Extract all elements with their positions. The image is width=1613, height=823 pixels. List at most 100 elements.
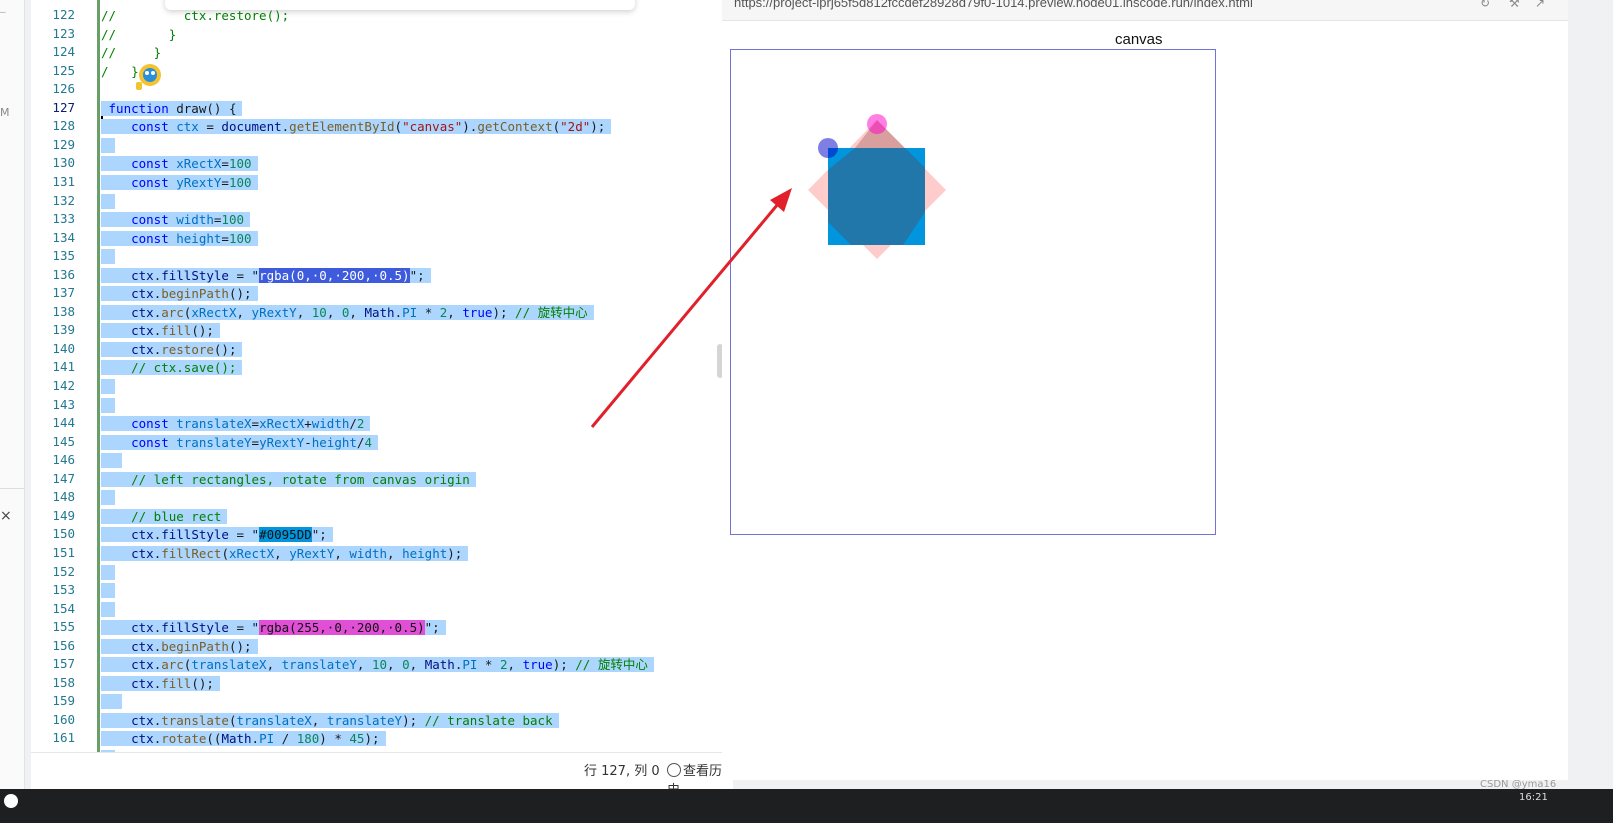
preview-url[interactable]: https://project-iprj65f5d812fccdef28928d… bbox=[734, 0, 1253, 10]
code-line[interactable] bbox=[101, 396, 115, 415]
code-token: , bbox=[447, 304, 463, 320]
code-line-text: ctx.arc(xRectX, yRextY, 10, 0, Math.PI *… bbox=[101, 304, 594, 320]
code-token: ctx bbox=[101, 286, 154, 302]
canvas-drawing bbox=[808, 114, 946, 259]
code-line[interactable]: ctx.fillStyle = "rgba(255,·0,·200,·0.5)"… bbox=[101, 618, 446, 637]
code-line-text: ctx.arc(translateX, translateY, 10, 0, M… bbox=[101, 657, 654, 673]
code-line[interactable]: const width=100 bbox=[101, 210, 250, 229]
code-token: ctx bbox=[101, 657, 154, 673]
code-line[interactable]: ctx.arc(xRectX, yRextY, 10, 0, Math.PI *… bbox=[101, 303, 594, 322]
line-number-gutter: 122 123 124 125 126 127 128 129 130 131 132 133 134 1… bbox=[31, 0, 101, 772]
code-line[interactable]: ctx.fillStyle = "#0095DD"; bbox=[101, 525, 333, 544]
code-line[interactable] bbox=[101, 80, 107, 99]
code-line[interactable]: ctx.translate(translateX, translateY); /… bbox=[101, 711, 559, 730]
code-line[interactable]: const yRextY=100 bbox=[101, 173, 258, 192]
code-line[interactable]: function draw() { bbox=[101, 99, 243, 118]
code-token: ). bbox=[462, 119, 478, 135]
code-line-text: const xRectX=100 bbox=[101, 156, 258, 172]
line-number: 154 bbox=[52, 600, 75, 616]
code-line-text: ctx.restore(); bbox=[101, 341, 243, 357]
code-token: width bbox=[349, 545, 388, 561]
code-token: , bbox=[274, 545, 290, 561]
code-editor[interactable]: 122 123 124 125 126 127 128 129 130 131 132 133 134 1… bbox=[31, 0, 733, 803]
code-line[interactable]: // } bbox=[101, 43, 167, 62]
code-token: / bbox=[274, 731, 297, 747]
code-line-text: ctx.rotate((Math.PI / 180) * 45); bbox=[101, 731, 386, 747]
code-line[interactable]: // blue rect bbox=[101, 507, 228, 526]
code-token: ); bbox=[552, 657, 576, 673]
tools-icon[interactable]: ⚒ bbox=[1509, 0, 1523, 10]
code-token: . bbox=[251, 731, 260, 747]
code-line[interactable]: const translateY=yRextY-height/4 bbox=[101, 433, 378, 452]
code-line-text bbox=[101, 583, 115, 599]
code-line[interactable]: ctx.beginPath(); bbox=[101, 637, 258, 656]
code-line-text: const width=100 bbox=[101, 212, 250, 228]
code-line[interactable]: ctx.fillStyle = "rgba(0,·0,·200,·0.5)"; bbox=[101, 266, 431, 285]
code-token: width bbox=[311, 416, 350, 432]
code-token: 100 bbox=[228, 230, 252, 246]
code-line[interactable] bbox=[101, 136, 115, 155]
code-line[interactable]: ctx.fill(); bbox=[101, 674, 220, 693]
refresh-icon[interactable]: ↻ bbox=[1480, 0, 1494, 10]
pink-circle-shape bbox=[867, 114, 887, 134]
line-number: 155 bbox=[52, 619, 75, 635]
code-line[interactable] bbox=[101, 600, 115, 619]
code-line[interactable]: ctx.fillRect(xRectX, yRextY, width, heig… bbox=[101, 544, 469, 563]
code-token: ctx bbox=[101, 304, 154, 320]
code-line-text: ctx.beginPath(); bbox=[101, 638, 258, 654]
code-line[interactable] bbox=[101, 581, 115, 600]
code-token: = bbox=[251, 416, 260, 432]
start-icon[interactable] bbox=[4, 794, 18, 808]
code-token: (); bbox=[213, 341, 237, 357]
code-token: 10 bbox=[311, 304, 327, 320]
code-line[interactable]: const translateX=xRectX+width/2 bbox=[101, 414, 371, 433]
canvas-element bbox=[730, 49, 1216, 535]
code-token: ); bbox=[492, 304, 516, 320]
code-token: beginPath bbox=[161, 286, 229, 302]
code-line[interactable]: // ctx.restore(); bbox=[101, 6, 295, 25]
line-number: 158 bbox=[52, 674, 75, 690]
preview-url-bar[interactable]: https://project-iprj65f5d812fccdef28928d… bbox=[722, 0, 1568, 21]
code-line[interactable] bbox=[101, 488, 115, 507]
code-token: ctx bbox=[101, 638, 154, 654]
code-line[interactable] bbox=[101, 451, 123, 470]
code-line[interactable] bbox=[101, 563, 115, 582]
code-token: ); bbox=[402, 712, 425, 728]
code-line[interactable]: // } bbox=[101, 25, 182, 44]
close-icon[interactable]: × bbox=[0, 508, 12, 524]
code-token: Math bbox=[221, 731, 252, 747]
code-token: 10 bbox=[371, 657, 388, 673]
code-line[interactable]: const xRectX=100 bbox=[101, 154, 258, 173]
code-line[interactable]: ctx.beginPath(); bbox=[101, 284, 258, 303]
code-token: , bbox=[266, 657, 282, 673]
line-number: 134 bbox=[52, 229, 75, 245]
open-external-icon[interactable]: ↗ bbox=[1535, 0, 1549, 10]
code-line[interactable] bbox=[101, 377, 115, 396]
code-area[interactable]: // ctx.restore();// }// } / } function dr… bbox=[101, 0, 729, 772]
code-line-text: const ctx = document.getElementById("can… bbox=[101, 119, 612, 135]
code-token: ); bbox=[364, 731, 380, 747]
code-token: 100 bbox=[221, 212, 244, 228]
code-line-text: // } bbox=[101, 45, 167, 60]
code-line[interactable] bbox=[101, 692, 123, 711]
code-token: = " bbox=[228, 620, 260, 636]
code-token: + bbox=[304, 416, 312, 432]
code-line[interactable]: ctx.rotate((Math.PI / 180) * 45); bbox=[101, 729, 386, 748]
code-token: // ctx.restore(); bbox=[101, 8, 290, 23]
code-line[interactable] bbox=[101, 247, 115, 266]
code-token: rgba(255,·0,·200,·0.5) bbox=[259, 620, 425, 636]
code-token: function bbox=[101, 100, 169, 116]
code-line[interactable]: // ctx.save(); bbox=[101, 358, 243, 377]
code-line[interactable]: ctx.restore(); bbox=[101, 340, 243, 359]
code-token: const bbox=[101, 174, 169, 190]
history-icon bbox=[667, 763, 681, 777]
code-token: const bbox=[101, 434, 169, 450]
code-line[interactable]: ctx.arc(translateX, translateY, 10, 0, M… bbox=[101, 655, 654, 674]
code-line[interactable]: const ctx = document.getElementById("can… bbox=[101, 117, 612, 136]
code-line[interactable]: ctx.fill(); bbox=[101, 321, 220, 340]
code-line[interactable] bbox=[101, 192, 115, 211]
code-line[interactable]: // left rectangles, rotate from canvas o… bbox=[101, 470, 476, 489]
code-token: // blue rect bbox=[101, 508, 222, 524]
code-line[interactable]: const height=100 bbox=[101, 229, 258, 248]
code-line-text bbox=[101, 379, 115, 394]
